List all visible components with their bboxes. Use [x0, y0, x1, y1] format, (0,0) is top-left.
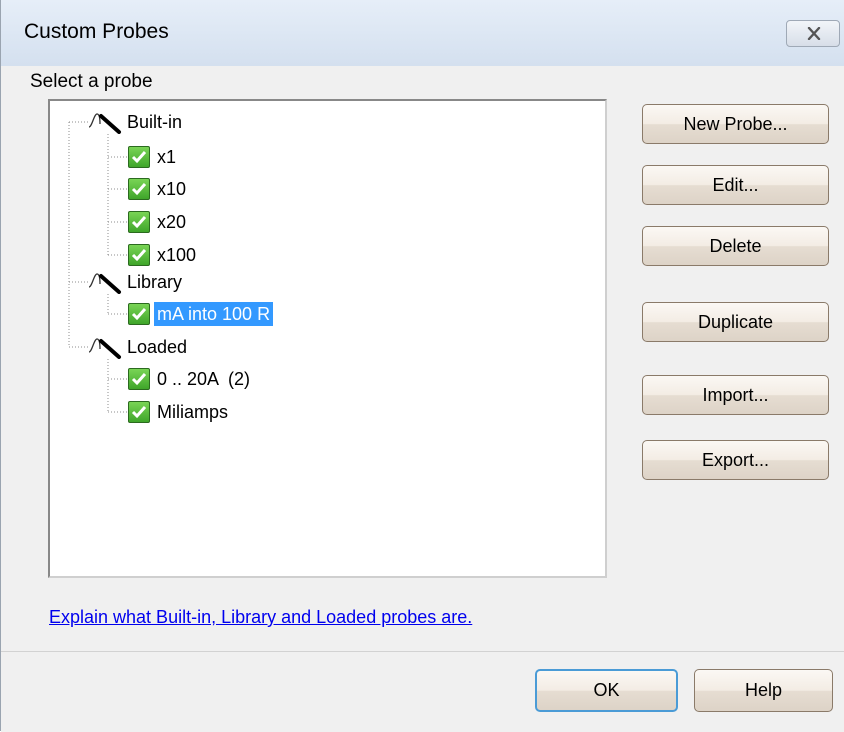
tree-item-label: Miliamps	[157, 402, 229, 422]
close-button[interactable]	[786, 20, 840, 47]
help-button[interactable]: Help	[694, 669, 833, 712]
tree-group-label: Loaded	[127, 337, 188, 357]
tree-item-label: x1	[157, 147, 177, 167]
tree-item-x100[interactable]: x100	[128, 241, 199, 269]
select-probe-label: Select a probe	[30, 71, 153, 92]
tree-item-label: 0 .. 20A (2)	[157, 369, 251, 389]
delete-button[interactable]: Delete	[642, 226, 829, 266]
tree-item-x10[interactable]: x10	[128, 175, 189, 203]
tree-group-loaded[interactable]: Loaded	[88, 333, 190, 361]
duplicate-button[interactable]: Duplicate	[642, 302, 829, 342]
custom-probes-dialog: Custom Probes Select a probe Built-in x1…	[0, 0, 844, 732]
tree-group-library[interactable]: Library	[88, 268, 185, 296]
tree-item-label: x10	[157, 179, 187, 199]
checkbox-checked-icon[interactable]	[128, 368, 150, 390]
tree-item-label: x20	[157, 212, 187, 232]
tree-item-ma-into-100r[interactable]: mA into 100 R	[128, 300, 274, 328]
close-icon	[807, 27, 821, 40]
tree-item-label: x100	[157, 245, 197, 265]
probe-icon	[88, 338, 121, 359]
checkbox-checked-icon[interactable]	[128, 178, 150, 200]
checkbox-checked-icon[interactable]	[128, 211, 150, 233]
title-bar: Custom Probes	[1, 0, 844, 66]
probe-tree[interactable]: Built-in x1 x10 x20 x100 Library mA into…	[48, 99, 607, 578]
new-probe-button[interactable]: New Probe...	[642, 104, 829, 144]
tree-item-x20[interactable]: x20	[128, 208, 189, 236]
checkbox-checked-icon[interactable]	[128, 146, 150, 168]
tree-item-label: mA into 100 R	[154, 302, 274, 326]
import-button[interactable]: Import...	[642, 375, 829, 415]
checkbox-checked-icon[interactable]	[128, 401, 150, 423]
export-button[interactable]: Export...	[642, 440, 829, 480]
probe-icon	[88, 273, 121, 294]
explain-probes-link[interactable]: Explain what Built-in, Library and Loade…	[49, 607, 472, 628]
checkbox-checked-icon[interactable]	[128, 244, 150, 266]
tree-item-0-20a[interactable]: 0 .. 20A (2)	[128, 365, 253, 393]
probe-icon	[88, 113, 121, 134]
edit-button[interactable]: Edit...	[642, 165, 829, 205]
checkbox-checked-icon[interactable]	[128, 303, 150, 325]
tree-item-x1[interactable]: x1	[128, 143, 179, 171]
tree-group-label: Library	[127, 272, 183, 292]
tree-group-built-in[interactable]: Built-in	[88, 108, 185, 136]
tree-item-miliamps[interactable]: Miliamps	[128, 398, 231, 426]
ok-button[interactable]: OK	[535, 669, 678, 712]
tree-group-label: Built-in	[127, 112, 183, 132]
dialog-title: Custom Probes	[24, 20, 169, 43]
